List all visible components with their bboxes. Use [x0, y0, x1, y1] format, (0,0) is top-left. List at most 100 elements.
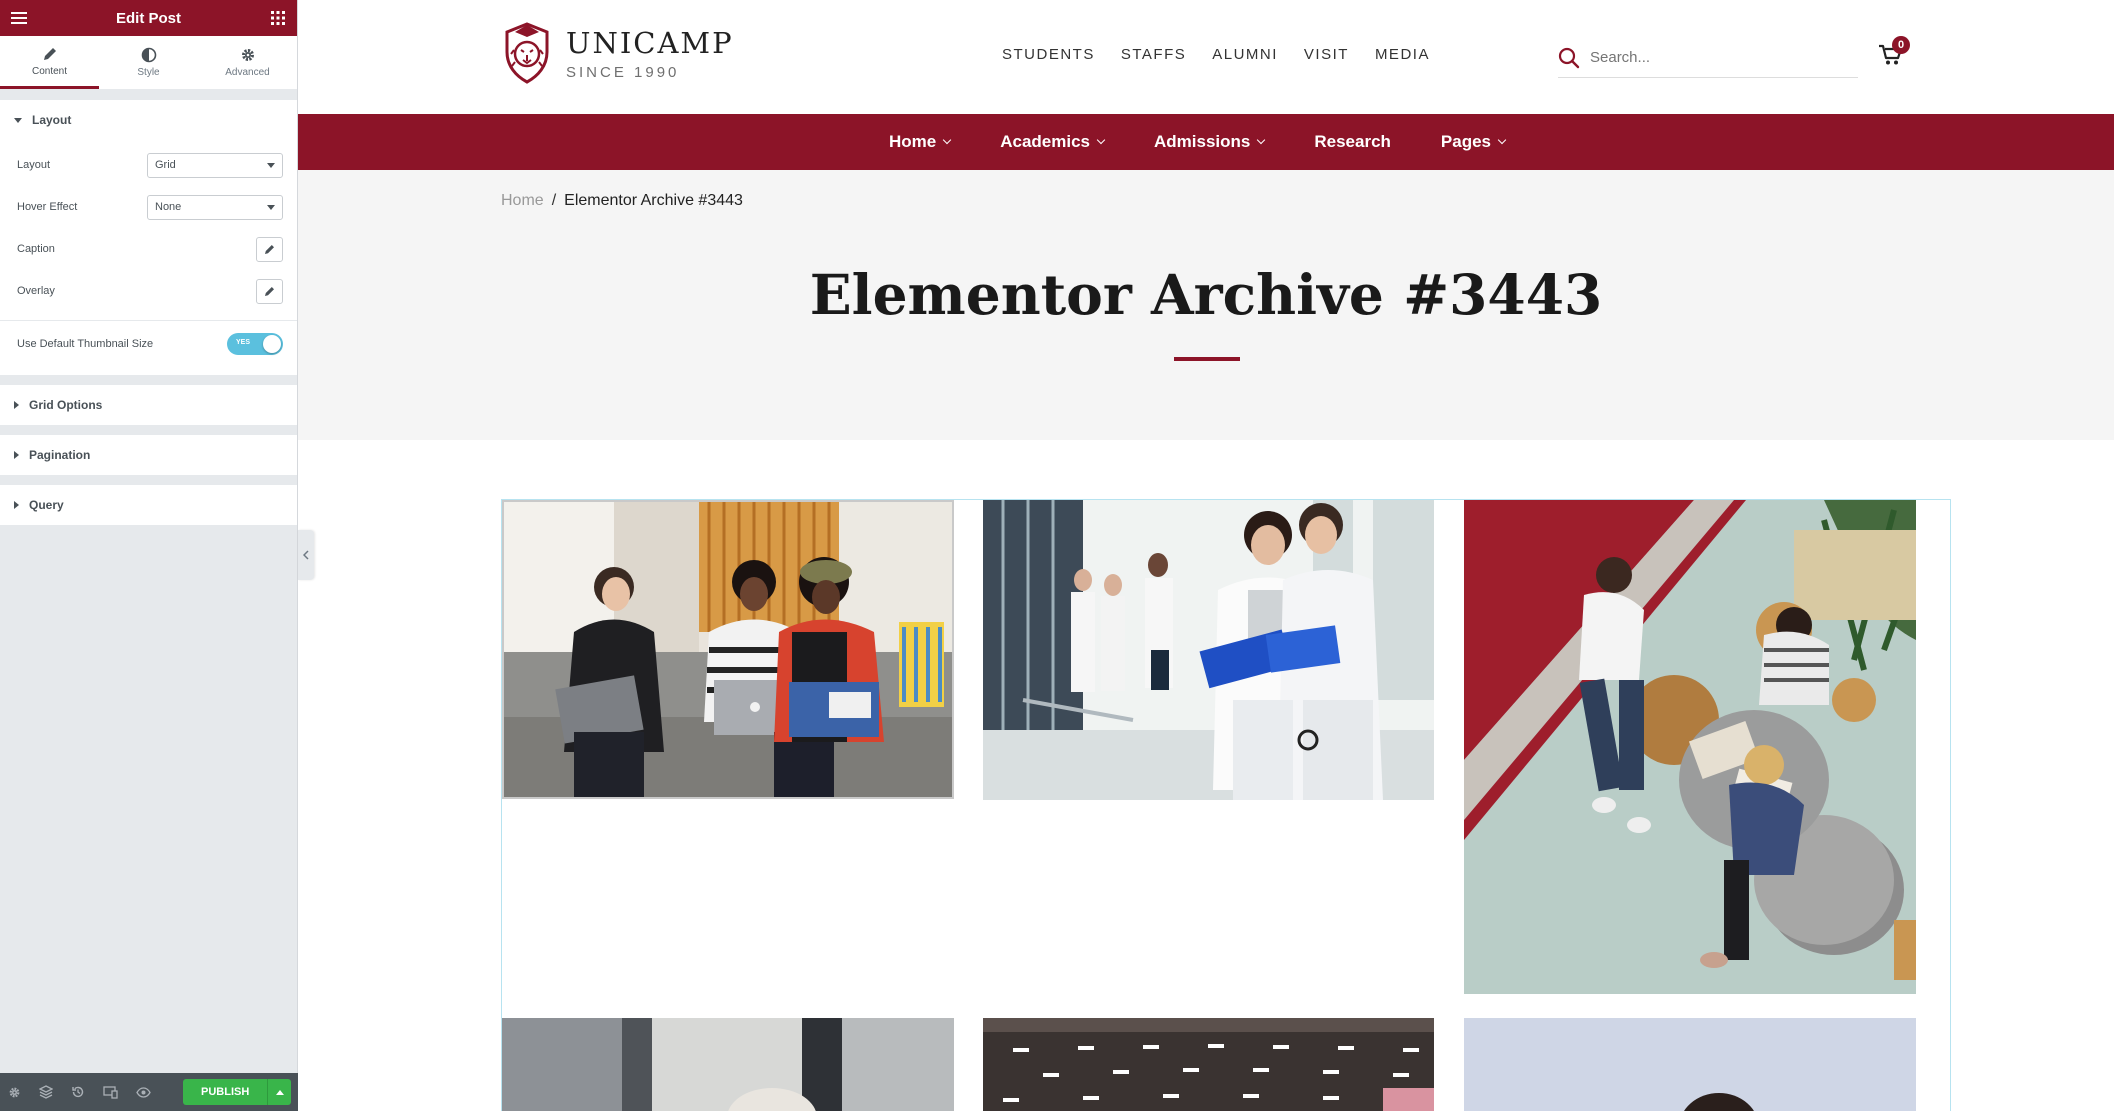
nav-research-label: Research [1314, 132, 1391, 151]
caption-label: Caption [17, 243, 55, 255]
tab-content-label: Content [31, 65, 68, 77]
search-icon[interactable] [1558, 47, 1580, 69]
hover-effect-control: Hover Effect None [17, 186, 283, 228]
top-nav-students[interactable]: STUDENTS [1002, 46, 1095, 63]
responsive-mode-icon[interactable] [103, 1084, 118, 1100]
overlay-label: Overlay [17, 285, 55, 297]
caret-right-icon [14, 451, 19, 459]
caption-control: Caption [17, 228, 283, 270]
posts-grid [501, 499, 1951, 1111]
section-grid-options-title: Grid Options [29, 398, 103, 412]
overlay-control: Overlay [17, 270, 283, 312]
logo-text: UNICAMP SINCE 1990 [566, 26, 734, 81]
layout-select[interactable]: Grid [147, 152, 283, 178]
chevron-down-icon [1497, 135, 1507, 145]
cart-count-badge: 0 [1892, 36, 1910, 54]
site-preview: UNICAMP SINCE 1990 STUDENTS STAFFS ALUMN… [298, 0, 2114, 1111]
search-input[interactable] [1590, 49, 1840, 66]
nav-home[interactable]: Home [888, 132, 952, 152]
site-top-bar: UNICAMP SINCE 1990 STUDENTS STAFFS ALUMN… [298, 0, 2114, 114]
logo-since: SINCE 1990 [566, 63, 680, 81]
hamburger-menu-icon[interactable] [10, 9, 28, 27]
publish-button[interactable]: PUBLISH [183, 1079, 268, 1105]
nav-academics-label: Academics [1000, 132, 1090, 151]
overlay-edit-button[interactable] [256, 278, 283, 304]
caret-right-icon [14, 401, 19, 409]
post-thumbnail-study-group[interactable] [1464, 500, 1916, 994]
chevron-down-icon [1096, 135, 1106, 145]
page-header: Home / Elementor Archive #3443 Elementor… [298, 170, 2114, 440]
top-nav-visit[interactable]: VISIT [1304, 46, 1349, 63]
publish-options-button[interactable] [267, 1079, 292, 1105]
panel-header: Edit Post [0, 0, 297, 36]
top-nav-alumni[interactable]: ALUMNI [1212, 46, 1278, 63]
caret-up-icon [275, 1090, 284, 1095]
pencil-icon [43, 47, 56, 60]
post-thumbnail-student-portrait[interactable] [1464, 1018, 1916, 1111]
post-thumbnail-medical-students[interactable] [983, 500, 1434, 800]
section-grid-options-header[interactable]: Grid Options [0, 385, 297, 425]
thumbnail-size-toggle[interactable]: YES [227, 333, 283, 355]
chevron-down-icon [267, 162, 275, 168]
nav-admissions[interactable]: Admissions [1154, 132, 1266, 152]
panel-footer: PUBLISH [0, 1073, 298, 1111]
history-icon[interactable] [71, 1084, 85, 1100]
tab-style[interactable]: Style [99, 36, 198, 89]
nav-pages[interactable]: Pages [1440, 132, 1507, 152]
thumbnail-size-control: Use Default Thumbnail Size YES [17, 321, 283, 367]
widgets-grid-icon[interactable] [269, 9, 287, 27]
pencil-icon [264, 287, 274, 296]
nav-academics[interactable]: Academics [1000, 132, 1106, 152]
chevron-down-icon [942, 135, 952, 145]
section-layout-body: Layout Grid Hover Effect None Caption Ov… [0, 140, 297, 375]
caption-edit-button[interactable] [256, 236, 283, 262]
tab-advanced[interactable]: Advanced [198, 36, 297, 89]
layout-label: Layout [17, 159, 51, 171]
nav-home-label: Home [888, 132, 937, 151]
title-underline [1174, 357, 1240, 361]
settings-gear-icon[interactable] [8, 1084, 21, 1100]
panel-tabs: Content Style Advanced [0, 36, 297, 90]
section-query-title: Query [29, 498, 64, 512]
toggle-yes-label: YES [236, 339, 251, 346]
nav-pages-label: Pages [1440, 132, 1492, 151]
top-nav-media[interactable]: MEDIA [1375, 46, 1430, 63]
chevron-down-icon [267, 204, 275, 210]
navigator-layers-icon[interactable] [39, 1084, 53, 1100]
hover-effect-select[interactable]: None [147, 194, 283, 220]
post-thumbnail-students-laptops[interactable] [502, 500, 954, 799]
panel-collapse-handle[interactable] [298, 530, 314, 580]
section-pagination-header[interactable]: Pagination [0, 435, 297, 475]
tab-style-label: Style [137, 67, 160, 78]
site-logo[interactable]: UNICAMP SINCE 1990 [500, 20, 734, 86]
site-search [1558, 38, 1858, 78]
breadcrumb-current: Elementor Archive #3443 [564, 192, 743, 209]
toggle-knob [263, 335, 281, 353]
tab-content[interactable]: Content [0, 36, 99, 89]
hover-effect-label: Hover Effect [17, 201, 78, 213]
section-query-header[interactable]: Query [0, 485, 297, 525]
caret-right-icon [14, 501, 19, 509]
section-layout-header[interactable]: Layout [0, 100, 297, 140]
page-title: Elementor Archive #3443 [809, 262, 1603, 327]
top-nav-staffs[interactable]: STAFFS [1121, 46, 1186, 63]
post-thumbnail-portrait[interactable] [502, 1018, 954, 1111]
lion-crest-logo-icon [505, 22, 549, 84]
breadcrumb-separator: / [551, 192, 557, 209]
logo-name: UNICAMP [566, 25, 734, 60]
section-pagination-title: Pagination [29, 448, 91, 462]
top-nav: STUDENTS STAFFS ALUMNI VISIT MEDIA [1002, 46, 1430, 63]
chevron-down-icon [1257, 135, 1266, 145]
post-thumbnail-auditorium[interactable] [983, 1018, 1434, 1111]
preview-eye-icon[interactable] [136, 1084, 151, 1100]
thumbnail-size-label: Use Default Thumbnail Size [17, 338, 154, 350]
half-circle-icon [141, 47, 156, 63]
chevron-left-icon [303, 550, 309, 560]
elementor-panel: Edit Post Content Style Advanced Layout … [0, 0, 298, 1111]
nav-research[interactable]: Research [1314, 132, 1391, 152]
breadcrumb-home[interactable]: Home [501, 192, 544, 210]
caret-down-icon [14, 117, 22, 123]
hover-effect-value: None [155, 201, 182, 213]
cart-button[interactable]: 0 [1878, 36, 1918, 68]
breadcrumb: Home / Elementor Archive #3443 [501, 192, 743, 210]
